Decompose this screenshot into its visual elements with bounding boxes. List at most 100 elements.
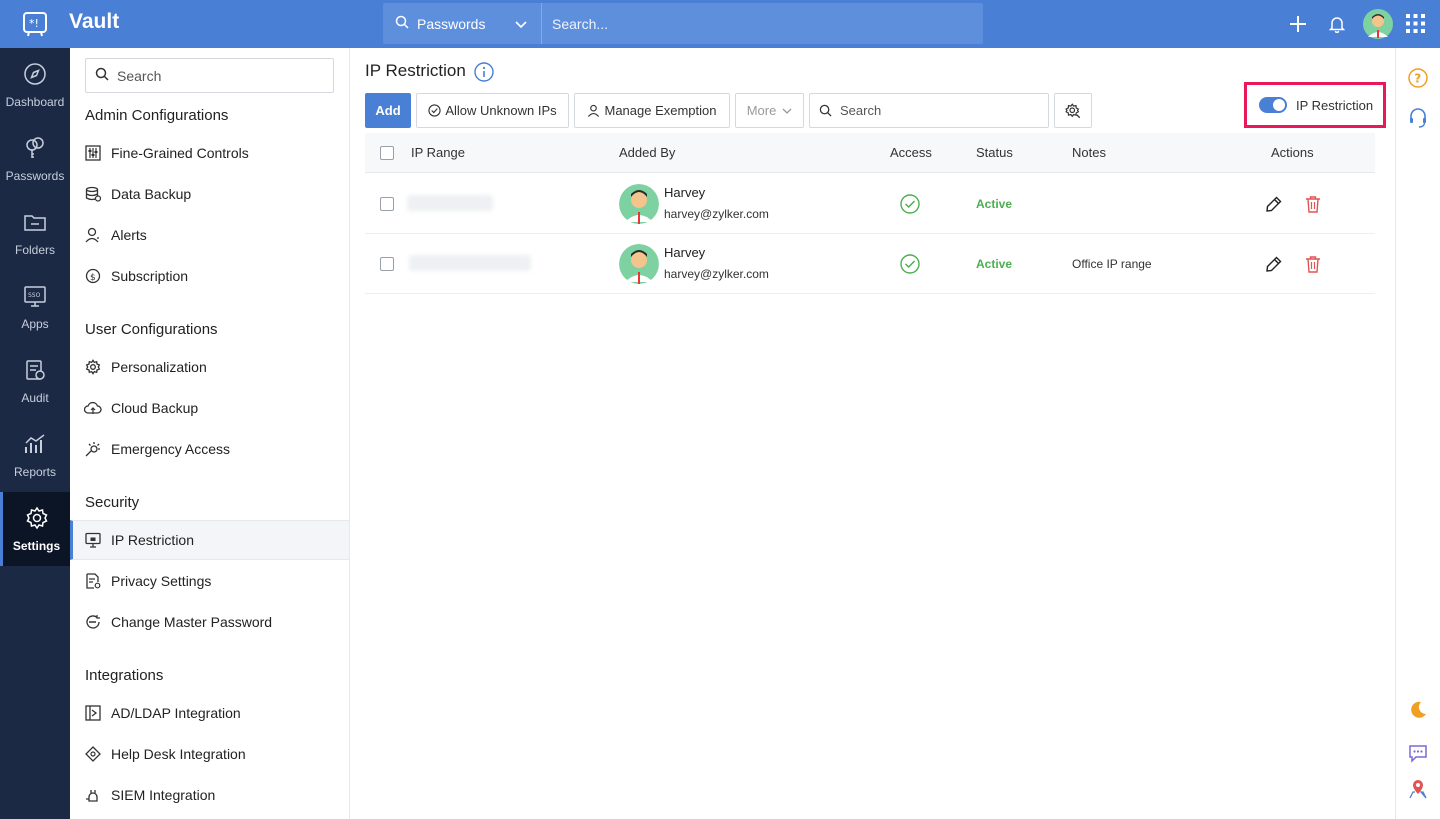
compass-icon bbox=[23, 62, 47, 89]
chevron-down-icon bbox=[782, 108, 792, 114]
column-header-added-by: Added By bbox=[619, 145, 676, 160]
sidebar-item-privacy-settings[interactable]: Privacy Settings bbox=[70, 561, 349, 601]
moon-icon[interactable] bbox=[1408, 700, 1428, 723]
edit-icon[interactable] bbox=[1265, 195, 1283, 216]
right-rail: ? bbox=[1395, 48, 1440, 819]
check-circle-icon bbox=[900, 254, 920, 277]
sidebar-item-ad-ldap-integration[interactable]: AD/LDAP Integration bbox=[70, 693, 349, 733]
nav-label: Settings bbox=[12, 538, 61, 553]
sidebar-item-subscription[interactable]: $ Subscription bbox=[70, 256, 349, 296]
search-scope-label: Passwords bbox=[417, 15, 486, 32]
headset-icon[interactable] bbox=[1408, 107, 1428, 132]
sidebar-item-label: IP Restriction bbox=[111, 532, 194, 548]
sidebar-item-label: Privacy Settings bbox=[111, 573, 212, 589]
status-badge: Active bbox=[976, 197, 1013, 211]
row-checkbox[interactable] bbox=[380, 197, 394, 211]
table-header: IP Range Added By Access Status Notes Ac… bbox=[365, 133, 1375, 173]
nav-label: Apps bbox=[21, 316, 49, 331]
nav-item-passwords[interactable]: Passwords bbox=[0, 122, 70, 196]
monitor-lock-icon bbox=[84, 531, 102, 549]
info-icon[interactable] bbox=[474, 62, 494, 85]
nav-label: Folders bbox=[14, 242, 55, 257]
chart-icon bbox=[23, 432, 47, 459]
nav-item-apps[interactable]: SSO Apps bbox=[0, 270, 70, 344]
allow-unknown-ips-button[interactable]: Allow Unknown IPs bbox=[416, 93, 569, 128]
delete-icon[interactable] bbox=[1305, 195, 1321, 216]
keys-icon bbox=[23, 136, 47, 163]
vault-logo-icon[interactable]: *! bbox=[22, 11, 48, 37]
section-title: Integrations bbox=[85, 667, 164, 684]
nav-item-settings[interactable]: Settings bbox=[0, 492, 70, 566]
row-checkbox[interactable] bbox=[380, 257, 394, 271]
search-settings-button[interactable] bbox=[1054, 93, 1092, 128]
nav-item-audit[interactable]: Audit bbox=[0, 344, 70, 418]
toggle-switch[interactable] bbox=[1259, 97, 1287, 113]
sidebar-item-label: Change Master Password bbox=[111, 614, 273, 630]
manage-exemption-button[interactable]: Manage Exemption bbox=[574, 93, 730, 128]
column-header-access: Access bbox=[890, 145, 932, 160]
global-search-input[interactable] bbox=[552, 15, 972, 32]
ip-range-redacted bbox=[409, 255, 531, 271]
user-alert-icon bbox=[84, 226, 102, 244]
search-scope-dropdown[interactable]: Passwords bbox=[383, 3, 542, 44]
add-button[interactable]: Add bbox=[365, 93, 411, 128]
sidebar-item-personalization[interactable]: Personalization bbox=[70, 347, 349, 387]
sidebar-search-input[interactable] bbox=[117, 67, 317, 84]
allow-unknown-ips-label: Allow Unknown IPs bbox=[445, 103, 557, 118]
sidebar-item-ip-restriction[interactable]: IP Restriction bbox=[70, 520, 349, 560]
chat-icon[interactable] bbox=[1408, 743, 1428, 766]
svg-text:SSO: SSO bbox=[28, 292, 41, 299]
nav-item-dashboard[interactable]: Dashboard bbox=[0, 48, 70, 122]
directory-icon bbox=[84, 704, 102, 722]
status-badge: Active bbox=[976, 257, 1013, 271]
table-search-input[interactable] bbox=[840, 103, 1030, 118]
clipboard-icon bbox=[23, 358, 47, 385]
main-content: IP Restriction Add Allow Unknown IPs Man… bbox=[350, 48, 1395, 819]
folder-icon bbox=[23, 210, 47, 237]
app-grid-icon[interactable] bbox=[1406, 14, 1425, 36]
sidebar-item-label: Help Desk Integration bbox=[111, 746, 246, 762]
chevron-down-icon bbox=[515, 16, 527, 32]
page-title: IP Restriction bbox=[365, 61, 466, 80]
sidebar-item-label: Alerts bbox=[111, 227, 147, 243]
ip-restriction-toggle[interactable]: IP Restriction bbox=[1244, 82, 1386, 128]
column-header-notes: Notes bbox=[1072, 145, 1106, 160]
nav-item-reports[interactable]: Reports bbox=[0, 418, 70, 492]
app-title: Vault bbox=[69, 10, 120, 33]
database-icon bbox=[84, 185, 102, 203]
added-by-email: harvey@zylker.com bbox=[664, 267, 769, 281]
user-avatar[interactable] bbox=[1363, 9, 1393, 42]
sidebar-item-label: Fine-Grained Controls bbox=[111, 145, 249, 161]
svg-text:?: ? bbox=[1414, 72, 1421, 86]
avatar bbox=[619, 184, 659, 224]
bell-icon[interactable] bbox=[1328, 15, 1346, 36]
more-dropdown[interactable]: More bbox=[735, 93, 804, 128]
search-icon bbox=[395, 15, 409, 32]
notes-cell: Office IP range bbox=[1072, 257, 1152, 271]
sidebar-item-alerts[interactable]: Alerts bbox=[70, 215, 349, 255]
select-all-checkbox[interactable] bbox=[380, 146, 394, 160]
edit-icon[interactable] bbox=[1265, 255, 1283, 276]
section-title: Admin Configurations bbox=[85, 107, 229, 124]
sidebar-item-change-master-password[interactable]: Change Master Password bbox=[70, 602, 349, 642]
check-circle-icon bbox=[900, 194, 920, 217]
sidebar-item-data-backup[interactable]: Data Backup bbox=[70, 174, 349, 214]
sidebar-item-cloud-backup[interactable]: Cloud Backup bbox=[70, 388, 349, 428]
add-icon[interactable] bbox=[1288, 14, 1308, 37]
table-row[interactable]: Harvey harvey@zylker.com Active Office I… bbox=[365, 234, 1375, 294]
map-pin-icon[interactable] bbox=[1408, 779, 1428, 802]
delete-icon[interactable] bbox=[1305, 255, 1321, 276]
svg-text:$: $ bbox=[90, 273, 96, 283]
nav-item-folders[interactable]: Folders bbox=[0, 196, 70, 270]
sidebar-item-help-desk-integration[interactable]: Help Desk Integration bbox=[70, 734, 349, 774]
sidebar-item-fine-grained-controls[interactable]: Fine-Grained Controls bbox=[70, 133, 349, 173]
gear-icon bbox=[25, 506, 49, 533]
emergency-icon bbox=[84, 440, 102, 458]
table-row[interactable]: Harvey harvey@zylker.com Active bbox=[365, 174, 1375, 234]
nav-label: Passwords bbox=[5, 168, 65, 183]
sidebar-item-emergency-access[interactable]: Emergency Access bbox=[70, 429, 349, 469]
help-icon[interactable]: ? bbox=[1408, 68, 1428, 91]
top-bar: *! Vault Passwords bbox=[0, 0, 1440, 48]
sidebar-item-siem-integration[interactable]: SIEM Integration bbox=[70, 775, 349, 815]
search-icon bbox=[95, 67, 109, 84]
